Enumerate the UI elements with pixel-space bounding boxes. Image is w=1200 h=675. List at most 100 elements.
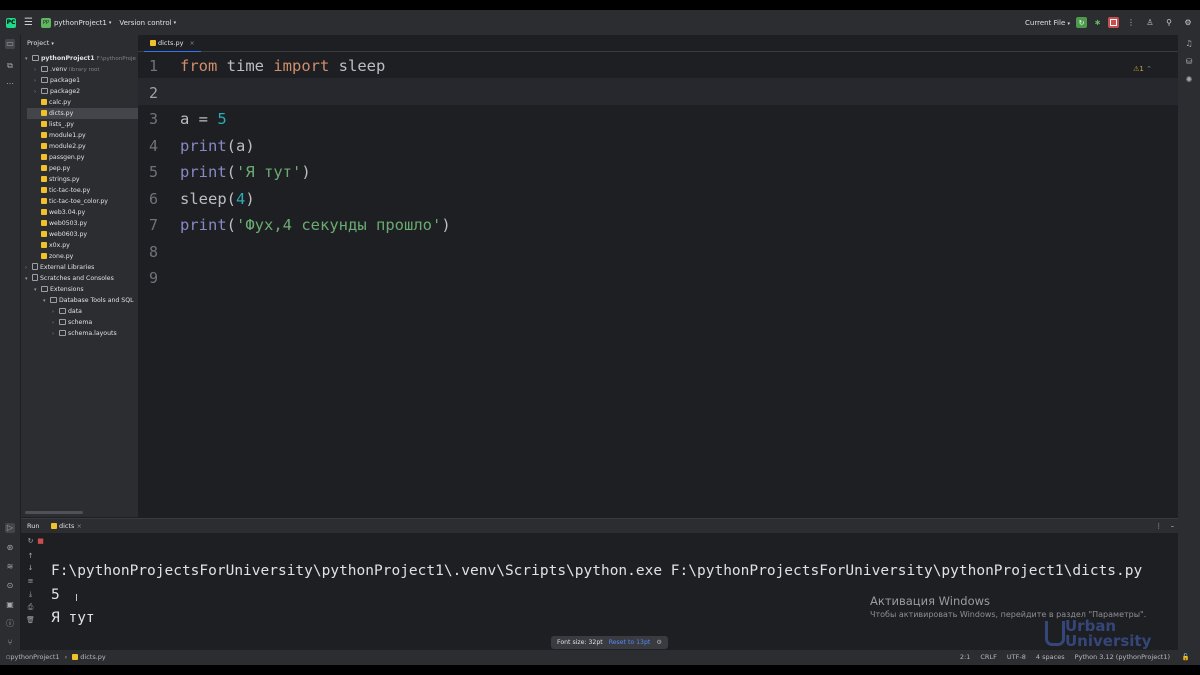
structure-tool-icon[interactable]: ⧉ [5,61,15,71]
tree-item-file[interactable]: x0x.py [41,240,70,251]
rerun-icon[interactable]: ↻ [1076,17,1087,28]
current-line-highlight [138,78,1178,105]
tree-item-file[interactable]: web0603.py [41,229,87,240]
stop-icon[interactable]: ■ [36,537,45,545]
scroll-to-end-icon[interactable]: ⤓ [26,590,35,599]
tree-item-database-tools[interactable]: ▾ Database Tools and SQL [43,295,134,306]
pycharm-logo-icon[interactable]: PC [6,17,16,28]
settings-icon[interactable]: ⚙ [656,639,662,646]
tree-item-file[interactable]: strings.py [41,174,80,185]
python-file-icon [41,110,47,116]
python-packages-icon[interactable]: ⊛ [5,543,15,553]
code-editor[interactable]: 1 2 3 4 5 6 7 8 9 from time import sleep… [138,52,1178,517]
scroll-down-icon[interactable]: ↓ [26,564,35,572]
scratch-icon [32,274,38,281]
project-name: pythonProject1 [53,18,107,27]
inspection-widget[interactable]: ⚠1 ⌃ [1133,65,1152,73]
debug-icon[interactable]: ✱ [1092,17,1103,28]
run-config-label: Current File [1025,18,1066,27]
tree-label: package2 [50,88,81,95]
tree-item-venv[interactable]: › .venv library root [34,64,99,75]
git-icon[interactable]: ⑂ [5,638,15,648]
ai-assistant-icon[interactable]: ✺ [1184,75,1194,84]
tree-label: strings.py [49,176,80,183]
paren-token: ) [245,190,255,208]
main-menu-icon[interactable]: ☰ [24,17,33,28]
tree-item-schema-layouts[interactable]: › schema.layouts [52,328,117,339]
more-actions-icon[interactable]: ⋮ [1124,18,1138,27]
tree-item-extensions[interactable]: ▾ Extensions [34,284,84,295]
tree-item-file[interactable]: pep.py [41,163,70,174]
file-encoding[interactable]: UTF-8 [1007,653,1026,661]
tree-item-schema[interactable]: › schema [52,317,92,328]
python-file-icon [41,209,47,215]
folder-icon [32,55,39,61]
tree-item-external-libraries[interactable]: › External Libraries [25,262,94,273]
tree-item-file[interactable]: web0503.py [41,218,87,229]
project-tool-icon[interactable]: ▭ [5,39,15,49]
breadcrumb-file[interactable]: dicts.py [80,653,105,661]
tree-item-file[interactable]: web3.04.py [41,207,85,218]
line-separator[interactable]: CRLF [980,653,996,661]
tree-item-scratches[interactable]: ▾ Scratches and Consoles [25,273,114,284]
tree-item-file[interactable]: passgen.py [41,152,84,163]
python-file-icon [51,523,57,529]
tree-item-file[interactable]: calc.py [41,97,71,108]
scroll-up-icon[interactable]: ↑ [26,552,35,560]
tree-item-file[interactable]: lists_.py [41,119,74,130]
tree-hint: F:\pythonProje [96,56,136,62]
python-interpreter[interactable]: Python 3.12 (pythonProject1) [1075,653,1170,661]
reset-font-link[interactable]: Reset to 13pt [609,639,651,646]
horizontal-scrollbar[interactable] [25,511,83,514]
project-widget[interactable]: PP pythonProject1 ▾ [40,17,111,28]
breadcrumb: ▫pythonProject1 › dicts.py [6,650,106,665]
search-icon[interactable]: ⚲ [1162,18,1176,27]
close-icon[interactable]: × [77,522,82,530]
add-user-icon[interactable]: ♙ [1143,18,1157,27]
folder-icon [59,319,66,325]
notifications-icon[interactable]: ♫ [1184,39,1194,48]
vcs-widget[interactable]: Version control ▾ [119,19,176,27]
tree-item-file[interactable]: tic-tac-toe_color.py [41,196,108,207]
tab-dicts-py[interactable]: dicts.py × [144,35,201,53]
tree-item-data[interactable]: › data [52,306,82,317]
console-line: 5 [51,587,60,603]
indent-setting[interactable]: 4 spaces [1036,653,1065,661]
close-icon[interactable]: × [190,40,195,47]
tree-item-file-selected[interactable]: dicts.py [27,108,138,119]
tree-label: dicts.py [49,110,74,117]
tree-item-file[interactable]: tic-tac-toe.py [41,185,90,196]
terminal-icon[interactable]: ▣ [5,600,15,610]
tree-item-file[interactable]: zone.py [41,251,73,262]
layers-icon[interactable]: ≋ [5,562,15,572]
run-tool-icon[interactable]: ▷ [5,523,15,533]
database-icon[interactable]: ⛁ [1184,57,1194,66]
tree-label: x0x.py [49,242,70,249]
stop-icon[interactable] [1108,17,1119,28]
project-panel-header[interactable]: Project ▾ [21,35,138,53]
run-tab-dicts[interactable]: dicts × [51,519,82,533]
tree-item-package2[interactable]: › package2 [34,86,80,97]
more-options-icon[interactable]: ⋮ [1156,519,1163,533]
rerun-icon[interactable]: ↻ [26,537,35,545]
run-config-selector[interactable]: Current File ▾ [1025,19,1070,27]
run-tab-label: dicts [59,522,75,530]
services-icon[interactable]: ⊙ [5,581,15,591]
tree-item-file[interactable]: module1.py [41,130,86,141]
tree-label: schema [68,319,93,326]
tree-item-project-root[interactable]: ▾ pythonProject1 F:\pythonProje [25,53,136,64]
tree-label: data [68,308,82,315]
more-tools-icon[interactable]: ⋯ [5,79,15,89]
soft-wrap-icon[interactable]: ≡ [26,577,35,585]
print-icon[interactable]: ⎙ [26,603,35,612]
tree-item-package1[interactable]: › package1 [34,75,80,86]
minimize-icon[interactable]: – [1171,519,1174,533]
lock-icon[interactable]: 🔓 [1182,650,1190,665]
caret-position[interactable]: 2:1 [960,653,970,661]
watermark-line-2: University [1065,632,1152,650]
tree-item-file[interactable]: module2.py [41,141,86,152]
trash-icon[interactable]: 🗑 [26,616,35,624]
breadcrumb-project[interactable]: pythonProject1 [10,653,59,661]
settings-icon[interactable]: ⚙ [1181,18,1195,27]
problems-icon[interactable]: ⓘ [5,619,15,629]
